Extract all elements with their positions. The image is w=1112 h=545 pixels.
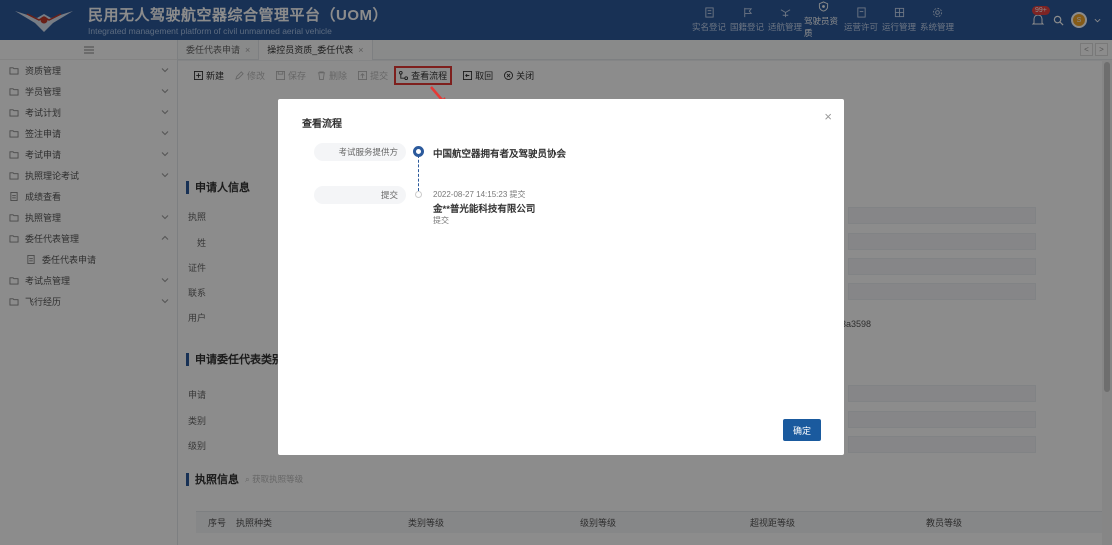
step-action: 提交 [433, 216, 449, 225]
step-label-text: 考试服务提供方 [338, 147, 398, 157]
step-label: 考试服务提供方 [314, 143, 406, 161]
close-icon[interactable]: × [824, 109, 832, 124]
step-label-text: 提交 [380, 190, 398, 200]
confirm-button[interactable]: 确定 [783, 419, 821, 441]
step-time: 2022-08-27 14:15:23 提交 [433, 190, 526, 199]
step-label: 提交 [314, 186, 406, 204]
step-dot-icon [415, 191, 422, 198]
step-org: 金**普光能科技有限公司 [433, 204, 536, 215]
step-connector [418, 155, 419, 191]
view-flow-dialog: 查看流程 × 考试服务提供方 中国航空器拥有者及驾驶员协会 提交 2022-08… [278, 99, 844, 455]
step-name: 中国航空器拥有者及驾驶员协会 [433, 149, 567, 160]
dialog-title: 查看流程 [302, 119, 342, 130]
